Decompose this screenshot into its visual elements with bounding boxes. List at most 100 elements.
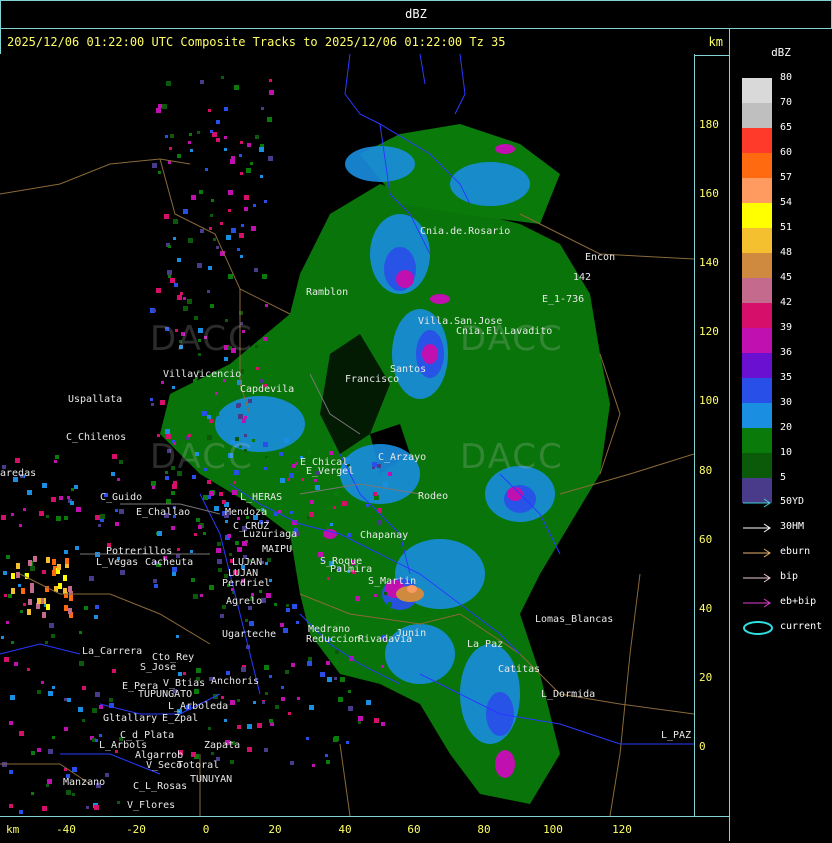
echo-pixel (200, 594, 203, 597)
echo-pixel (334, 491, 339, 496)
echo-pixel (82, 719, 85, 722)
echo-pixel (176, 635, 179, 638)
echo-pixel (67, 698, 71, 702)
echo-pixel (237, 725, 241, 729)
echo-pixel (290, 761, 294, 765)
echo-pixel (1, 636, 4, 639)
echo-pixel (260, 175, 263, 178)
echo-pixel (100, 514, 105, 519)
echo-pixel (224, 719, 227, 722)
arrow-icon (743, 498, 771, 508)
echo-pixel (241, 667, 246, 672)
echo-pixel (247, 724, 252, 729)
echo-pixel (170, 134, 174, 138)
echo-pixel (338, 697, 343, 702)
scale-label: 45 (780, 272, 793, 283)
echo-cell (430, 294, 450, 304)
echo-pixel (315, 485, 320, 490)
echo-pixel (237, 699, 240, 702)
scale-swatch (742, 278, 772, 303)
watermark-logo: DACC (150, 319, 254, 359)
echo-pixel (115, 522, 119, 526)
place-label: L_HERAS (240, 492, 283, 503)
echo-pixel (37, 598, 41, 604)
echo-pixel (57, 564, 61, 570)
echo-pixel (240, 255, 243, 258)
echo-pixel (27, 609, 31, 615)
echo-pixel (256, 367, 259, 370)
echo-pixel (262, 274, 267, 279)
echo-pixel (199, 190, 203, 194)
radar-map[interactable]: DACC DACC DACC DACC Cnia.de.Rosario Encon… (0, 54, 694, 816)
echo-pixel (233, 481, 236, 484)
echo-pixel (194, 689, 199, 694)
echo-cell (495, 144, 515, 154)
border-line (159, 158, 291, 315)
echo-pixel (269, 79, 272, 82)
echo-pixel (266, 593, 271, 598)
scale-swatch (742, 253, 772, 278)
echo-pixel (230, 760, 234, 764)
echo-pixel (52, 686, 55, 689)
echo-pixel (153, 579, 157, 583)
echo-pixel (1, 515, 6, 520)
echo-pixel (209, 585, 214, 590)
echo-pixel (169, 147, 172, 150)
echo-pixel (222, 500, 226, 504)
x-tick: 120 (612, 823, 632, 836)
echo-pixel (187, 299, 192, 304)
echo-pixel (259, 379, 263, 383)
place-label: L_Arboleda (168, 701, 229, 712)
scale-label: 65 (780, 122, 793, 133)
echo-pixel (355, 596, 360, 601)
echo-pixel (168, 275, 171, 278)
place-label: 142 (573, 272, 592, 283)
echo-pixel (334, 661, 338, 665)
echo-pixel (37, 690, 41, 694)
echo-pixel (284, 438, 289, 443)
scale-swatch (742, 128, 772, 153)
echo-pixel (112, 669, 116, 673)
echo-pixel (342, 501, 347, 506)
place-label: Ramblon (306, 287, 349, 298)
place-label: E_1-736 (542, 294, 585, 305)
echo-pixel (78, 707, 83, 712)
scale-swatch (742, 103, 772, 128)
echo-pixel (63, 588, 67, 594)
echo-pixel (160, 400, 165, 405)
echo-pixel (95, 605, 99, 609)
echo-pixel (48, 691, 53, 696)
echo-pixel (207, 480, 211, 484)
place-label: Villavicencio (163, 369, 242, 380)
echo-pixel (314, 479, 317, 482)
x-tick: -20 (126, 823, 146, 836)
echo-pixel (120, 570, 125, 575)
scale-label: 54 (780, 197, 793, 208)
place-label: Potrerillos (106, 546, 173, 557)
scale-label: 57 (780, 172, 793, 183)
echo-pixel (372, 462, 377, 467)
echo-pixel (56, 516, 61, 521)
echo-pixel (63, 575, 67, 581)
scale-swatch (742, 403, 772, 428)
echo-pixel (229, 553, 232, 556)
echo-pixel (47, 779, 52, 784)
place-label: E_Vergel (306, 466, 355, 477)
echo-pixel (23, 508, 26, 511)
place-label: Palmira (330, 564, 373, 575)
echo-pixel (11, 573, 15, 579)
echo-pixel (366, 700, 371, 705)
echo-pixel (241, 224, 244, 227)
place-label: C_Guido (100, 492, 143, 503)
echo-pixel (21, 588, 25, 594)
echo-pixel (196, 518, 200, 522)
echo-pixel (28, 560, 32, 566)
echo-pixel (177, 258, 181, 262)
echo-pixel (158, 171, 161, 174)
echo-pixel (281, 686, 284, 689)
echo-pixel (151, 403, 154, 406)
echo-pixel (244, 207, 248, 211)
echo-pixel (230, 700, 235, 705)
echo-pixel (288, 712, 291, 715)
place-label: S_Jose (140, 662, 177, 673)
